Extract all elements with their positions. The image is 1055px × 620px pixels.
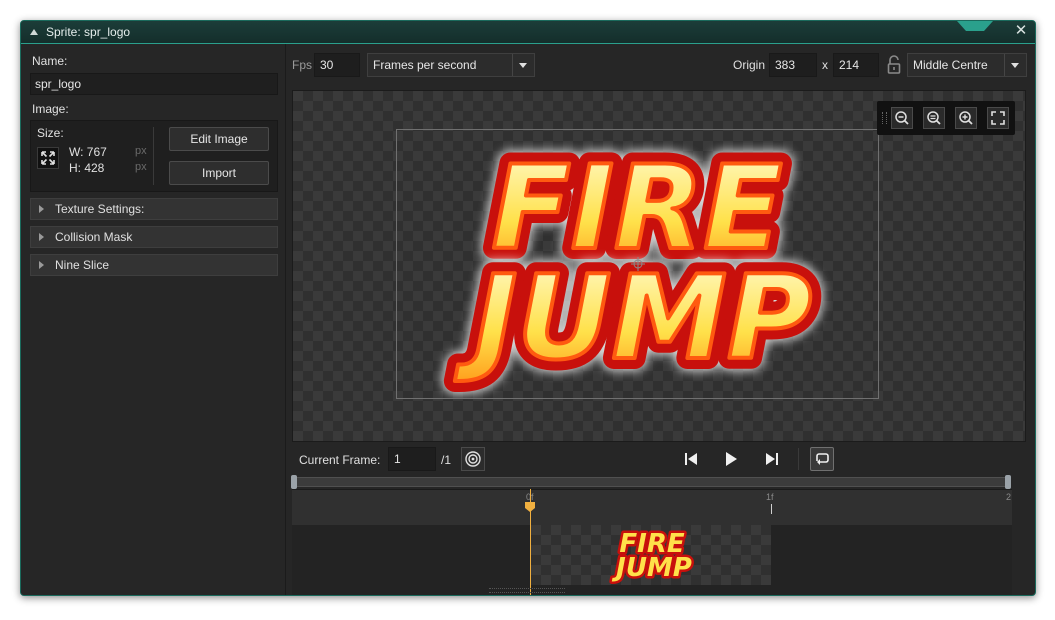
- frame-thumbnail[interactable]: FIRE FIRE JUMP JUMP: [531, 525, 771, 586]
- import-button[interactable]: Import: [169, 161, 269, 185]
- origin-y-input[interactable]: 214: [833, 53, 879, 77]
- sprite-image: FIRE FIRE FIRE JUMP JUMP JUMP: [441, 128, 825, 399]
- timeline-track[interactable]: FIRE FIRE JUMP JUMP: [292, 489, 1012, 595]
- skip-to-end-icon[interactable]: [762, 449, 782, 469]
- tick-label: 1f: [766, 492, 774, 502]
- width-value: W: 767: [69, 145, 107, 159]
- sprite-bounds: FIRE FIRE FIRE JUMP JUMP JUMP: [396, 128, 879, 399]
- lock-icon[interactable]: [885, 54, 903, 76]
- tick-label: 2: [1006, 492, 1012, 502]
- collision-mask-section[interactable]: Collision Mask: [30, 226, 278, 248]
- panel-resize-handle[interactable]: [489, 588, 565, 593]
- nine-slice-section[interactable]: Nine Slice: [30, 254, 278, 276]
- current-frame-input[interactable]: 1: [388, 447, 436, 471]
- section-label: Texture Settings:: [55, 202, 145, 216]
- divider: [153, 127, 154, 185]
- height-value: H: 428: [69, 161, 105, 175]
- texture-settings-section[interactable]: Texture Settings:: [30, 198, 278, 220]
- expand-arrow-icon: [39, 233, 44, 241]
- resize-icon[interactable]: [37, 147, 59, 169]
- timeline-ruler[interactable]: 0f 1f 2: [292, 489, 1012, 526]
- sprite-editor-window: Sprite: spr_logo ✕ Name: spr_logo Image:…: [20, 20, 1036, 596]
- loop-icon[interactable]: [810, 447, 834, 471]
- sprite-toolbar: Fps 30 Frames per second Origin 383 x 21…: [286, 44, 1035, 88]
- section-label: Nine Slice: [55, 258, 110, 272]
- speed-type-dropdown[interactable]: Frames per second: [367, 53, 535, 77]
- frame-total: /1: [441, 453, 452, 467]
- chevron-down-icon: [512, 54, 534, 76]
- expand-arrow-icon: [39, 205, 44, 213]
- skip-to-start-icon[interactable]: [681, 449, 701, 469]
- sprite-text-line2: JUMP: [454, 251, 812, 386]
- close-icon[interactable]: ✕: [1013, 23, 1029, 39]
- properties-panel: Name: spr_logo Image: Size: W: 767 H: 42…: [21, 44, 286, 595]
- origin-x-input[interactable]: 383: [769, 53, 817, 77]
- height-unit: px: [135, 161, 147, 173]
- image-box: Size: W: 767 H: 428 px px Edit Image Imp…: [30, 120, 278, 192]
- range-start-handle[interactable]: [291, 475, 297, 489]
- window-title: Sprite: spr_logo: [46, 25, 131, 39]
- thumb-text-line2: JUMP: [611, 553, 692, 583]
- chevron-down-icon: [1004, 54, 1026, 76]
- origin-separator: x: [822, 58, 828, 72]
- origin-label: Origin: [733, 58, 766, 72]
- zoom-toolbar: [877, 101, 1015, 135]
- origin-preset-value: Middle Centre: [913, 58, 988, 72]
- zoom-in-icon[interactable]: [955, 107, 977, 129]
- current-frame-label: Current Frame:: [299, 453, 381, 467]
- origin-preset-dropdown[interactable]: Middle Centre: [907, 53, 1027, 77]
- playhead-line: [530, 489, 531, 595]
- width-unit: px: [135, 145, 147, 157]
- edit-image-button[interactable]: Edit Image: [169, 127, 269, 151]
- timeline-range-slider[interactable]: [291, 475, 1011, 489]
- tick-mark: [771, 504, 772, 514]
- fullscreen-icon[interactable]: [987, 107, 1009, 129]
- collapse-triangle-icon[interactable]: [30, 29, 38, 35]
- title-notch-decoration: [957, 21, 993, 31]
- title-bar[interactable]: Sprite: spr_logo ✕: [21, 21, 1035, 44]
- name-label: Name:: [32, 54, 68, 68]
- image-label: Image:: [32, 102, 69, 116]
- speed-type-value: Frames per second: [373, 58, 477, 72]
- sprite-canvas[interactable]: FIRE FIRE FIRE JUMP JUMP JUMP: [292, 90, 1026, 442]
- size-label: Size:: [37, 126, 64, 140]
- divider: [798, 448, 799, 470]
- expand-arrow-icon: [39, 261, 44, 269]
- onion-skin-icon[interactable]: [461, 447, 485, 471]
- fps-label: Fps: [292, 58, 313, 72]
- play-icon[interactable]: [721, 449, 741, 469]
- range-end-handle[interactable]: [1005, 475, 1011, 489]
- zoom-out-icon[interactable]: [891, 107, 913, 129]
- name-field[interactable]: spr_logo: [30, 73, 278, 95]
- zoom-reset-icon[interactable]: [923, 107, 945, 129]
- fps-input[interactable]: 30: [314, 53, 360, 77]
- drag-handle-icon[interactable]: [882, 112, 887, 124]
- section-label: Collision Mask: [55, 230, 133, 244]
- playback-bar: Current Frame: 1 /1: [286, 444, 1035, 474]
